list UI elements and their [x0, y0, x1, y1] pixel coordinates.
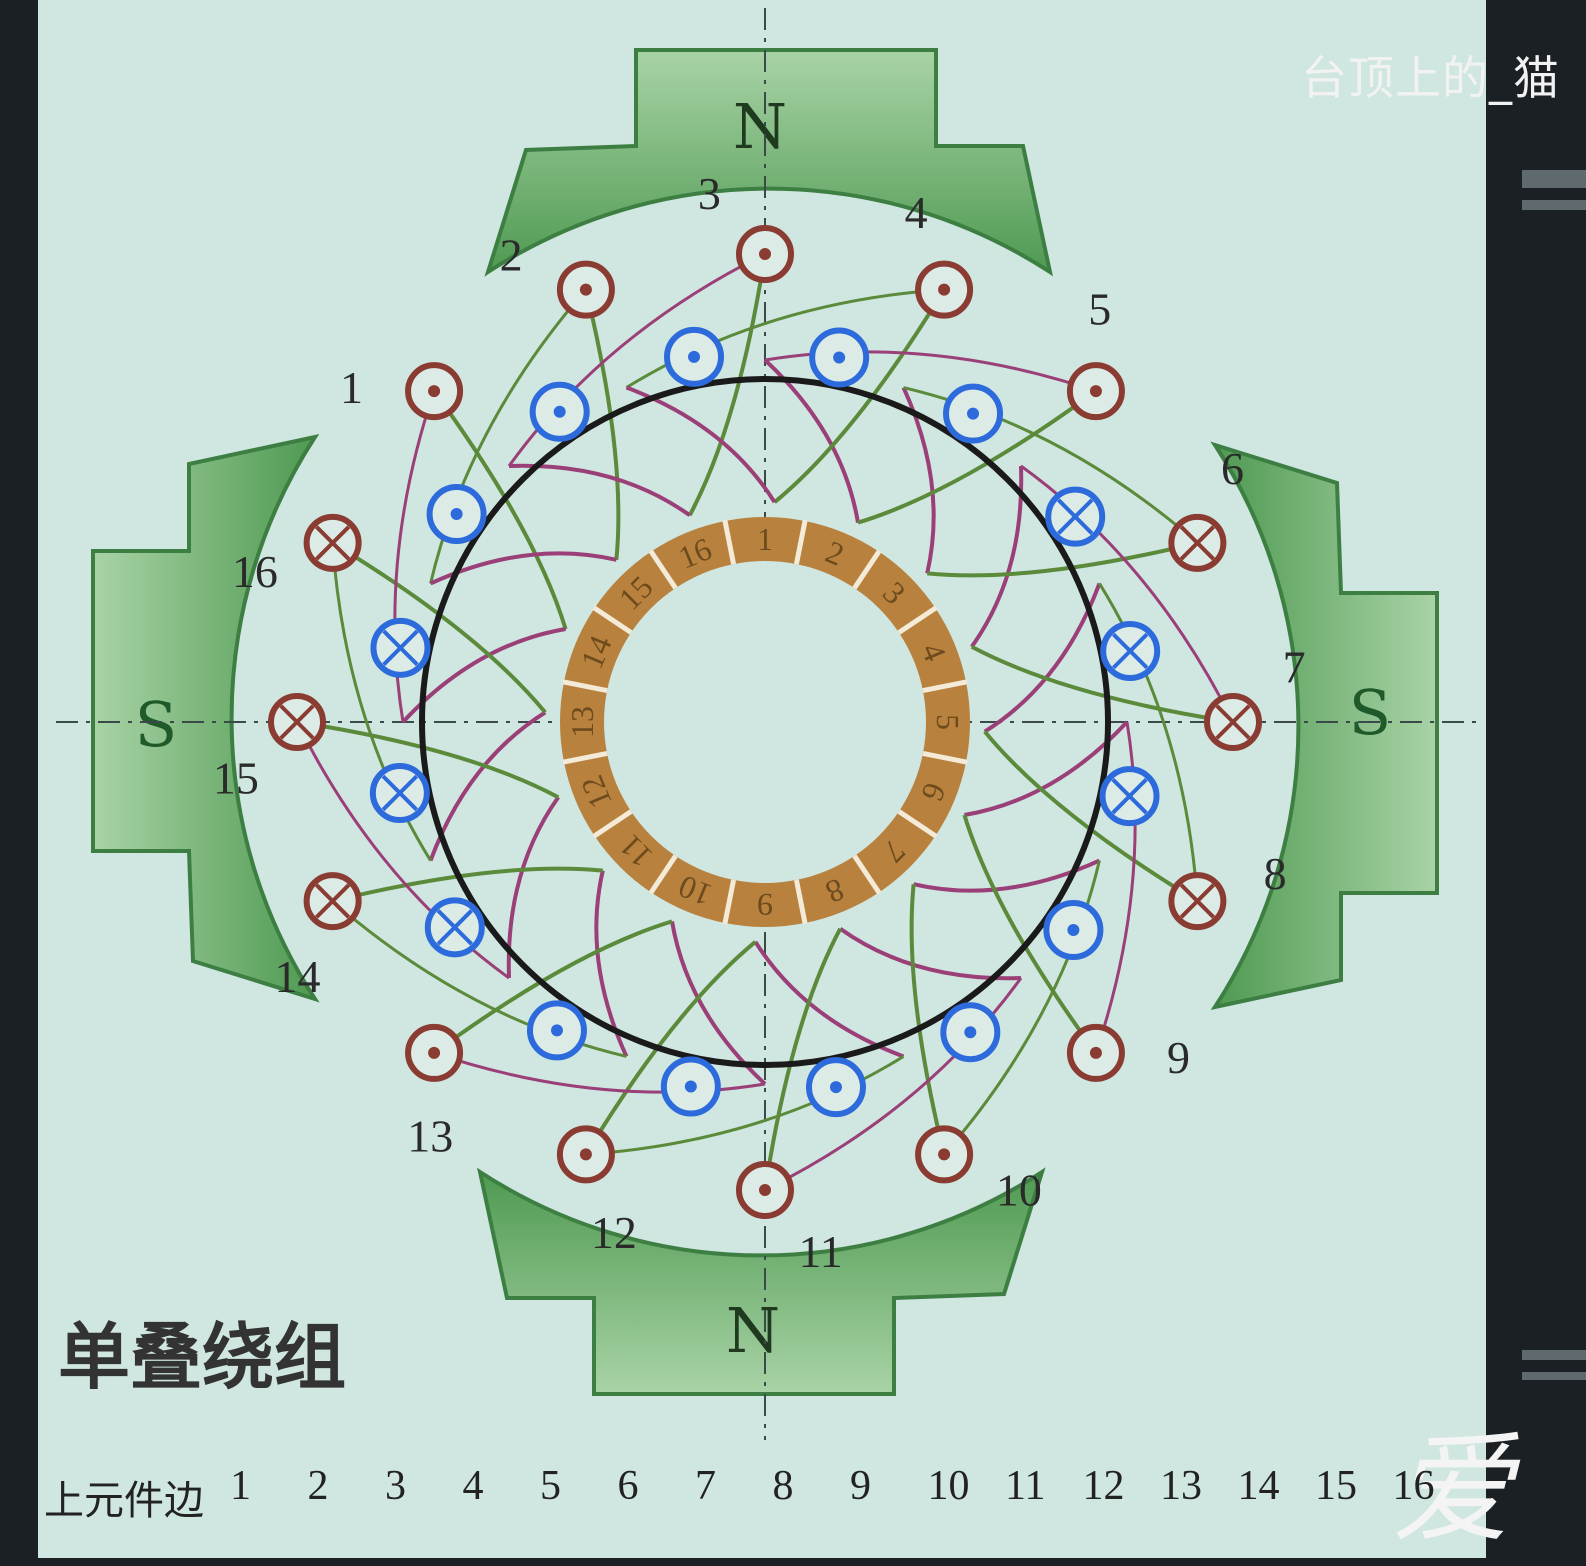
strip-number: 5 [540, 1463, 561, 1509]
commutator-segment-label: 13 [564, 706, 600, 738]
outer-conductor [303, 513, 362, 572]
wire-purple [506, 796, 560, 979]
frame-edge-mark [1522, 1350, 1586, 1360]
commutator-segment-label: 5 [930, 714, 966, 730]
inner-conductor [426, 483, 487, 544]
strip-number: 4 [462, 1463, 484, 1509]
outer-conductor [915, 1125, 974, 1184]
slot-label: 15 [213, 753, 259, 804]
outer-conductor [405, 1023, 464, 1082]
strip-number: 3 [385, 1463, 406, 1509]
outer-conductor [556, 1125, 615, 1184]
slot-label: 4 [905, 187, 928, 238]
strip-number: 12 [1082, 1463, 1125, 1509]
slot-label: 6 [1221, 443, 1244, 494]
strip-number: 7 [695, 1463, 716, 1509]
strip-number: 8 [772, 1463, 794, 1509]
outer-conductor [268, 693, 326, 751]
outer-conductor [303, 872, 362, 931]
outer-conductor [736, 1161, 794, 1219]
wire-purple [983, 582, 1102, 734]
slot-label: 16 [232, 546, 278, 597]
strip-number: 1 [230, 1463, 251, 1509]
strip-number: 13 [1160, 1463, 1202, 1509]
slot-label: 13 [407, 1110, 453, 1161]
commutator-hub [604, 561, 926, 883]
inner-conductor [805, 1057, 866, 1118]
strip-number: 16 [1392, 1463, 1435, 1509]
commutator-segment-label: 9 [757, 887, 773, 923]
commutator: 1 2345678910111213141516 [560, 517, 970, 927]
wire-purple [508, 463, 691, 517]
slot-label: 8 [1264, 848, 1287, 899]
strip-number: 10 [927, 1463, 970, 1509]
wire-purple [970, 465, 1024, 648]
diagram-caption: 单叠绕组 [58, 1315, 347, 1399]
strip-number: 6 [617, 1463, 639, 1509]
inner-conductor [940, 1002, 1001, 1063]
slot-label: 14 [274, 951, 320, 1002]
frame-edge-mark [1522, 170, 1586, 188]
strip-number: 9 [850, 1463, 871, 1509]
outer-conductor [1168, 513, 1227, 572]
outer-conductor [556, 260, 615, 319]
inner-conductor [370, 617, 431, 678]
outer-conductor [1204, 693, 1262, 751]
inner-conductor [809, 327, 870, 388]
pole-letter-top: N [733, 90, 787, 163]
strip-number: 14 [1237, 1463, 1280, 1509]
inner-conductor [1045, 486, 1106, 547]
outer-conductor [1066, 362, 1125, 421]
slot-label: 1 [340, 362, 363, 413]
outer-conductor [915, 260, 974, 319]
strip-label: 上元件边 [44, 1478, 204, 1524]
slot-label: 7 [1283, 641, 1306, 692]
inner-conductor [1100, 621, 1161, 682]
slot-label: 11 [798, 1226, 842, 1277]
commutator-segment-label: 1 [757, 521, 773, 557]
uploader-watermark: 台顶上的_猫 [1301, 51, 1560, 105]
outer-conductor [1066, 1023, 1125, 1082]
wire-purple [839, 927, 1022, 981]
wire-purple [428, 710, 547, 862]
slot-label: 12 [591, 1207, 637, 1258]
inner-conductor [1043, 900, 1104, 961]
slot-label: 10 [996, 1165, 1042, 1216]
wire-purple [753, 940, 905, 1059]
wire-purple [625, 385, 777, 504]
pole-letter-bottom: N [726, 1294, 780, 1367]
inner-conductor [526, 1000, 587, 1061]
inner-conductor [660, 1056, 721, 1117]
outer-conductor [405, 362, 464, 421]
slot-label: 2 [500, 229, 523, 280]
inner-conductor [369, 762, 430, 823]
inner-conductor [664, 326, 725, 387]
inner-conductor [424, 897, 485, 958]
strip-number: 11 [1005, 1463, 1046, 1509]
slot-label: 9 [1167, 1032, 1190, 1083]
inner-conductor [1099, 766, 1160, 827]
frame-edge-mark [1522, 1372, 1586, 1380]
inner-conductor [529, 381, 590, 442]
frame-edge-mark [1522, 200, 1586, 210]
slot-label: 3 [698, 168, 721, 219]
outer-conductor [736, 225, 794, 283]
pole-letter-left: S [135, 688, 177, 761]
inner-conductor [943, 383, 1004, 444]
slot-label: 5 [1088, 284, 1111, 335]
strip-number: 15 [1315, 1463, 1357, 1509]
outer-conductor [1168, 872, 1227, 931]
strip-number: 2 [307, 1463, 329, 1509]
pole-letter-right: S [1349, 676, 1391, 749]
